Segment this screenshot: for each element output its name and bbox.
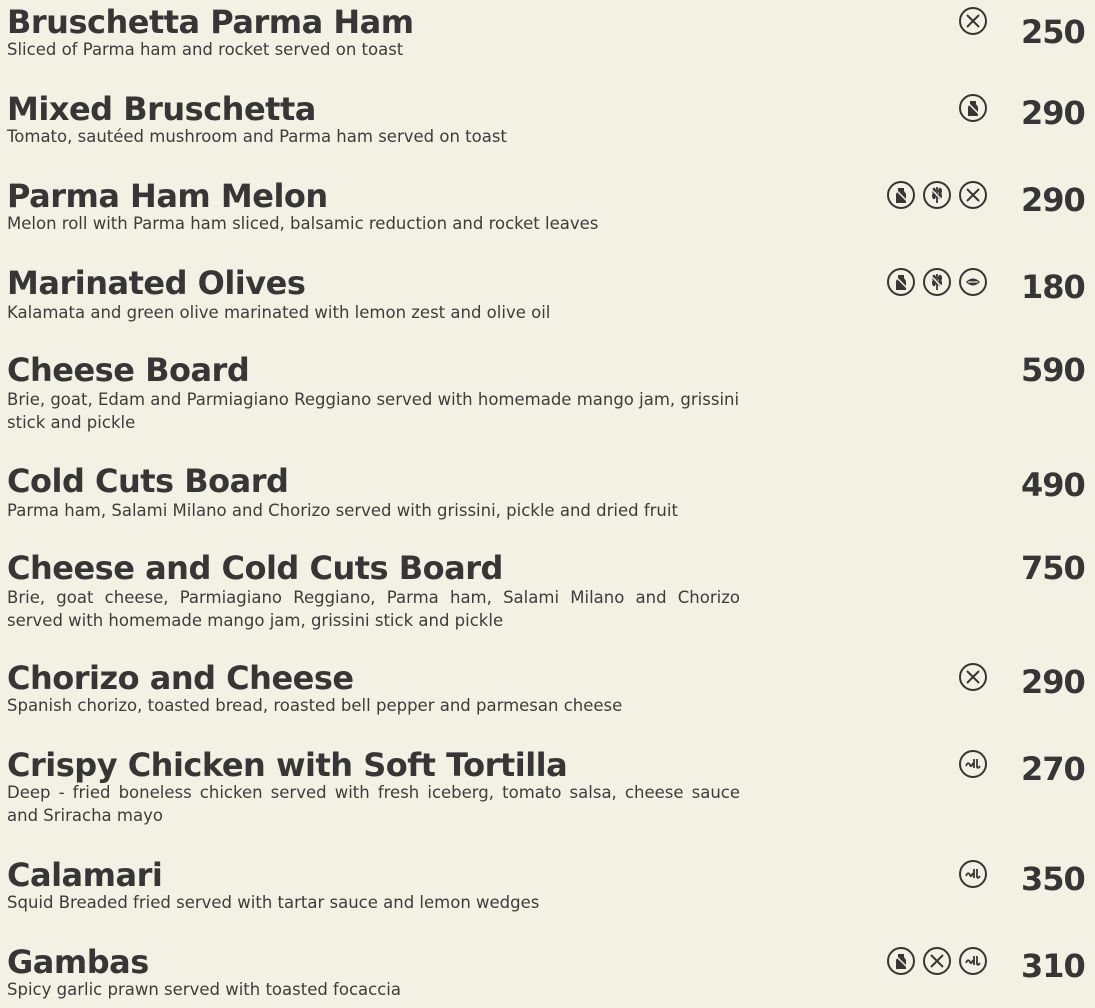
allergen-icons xyxy=(958,662,988,692)
no-cutlery-icon xyxy=(958,180,988,210)
menu-item: Mixed Bruschetta Tomato, sautéed mushroo… xyxy=(7,91,1095,148)
item-name: Mixed Bruschetta xyxy=(7,90,316,128)
item-description: Parma ham, Salami Milano and Chorizo ser… xyxy=(7,501,678,520)
allergen-icons xyxy=(958,93,988,123)
dairy-icon xyxy=(886,180,916,210)
halal-icon xyxy=(958,859,988,889)
item-name: Cheese Board xyxy=(7,351,250,389)
menu-item: Cheese and Cold Cuts Board Brie, goat ch… xyxy=(7,550,1095,632)
no-cutlery-icon xyxy=(922,946,952,976)
menu-item: Gambas Spicy garlic prawn served with to… xyxy=(7,944,1095,1001)
dairy-icon xyxy=(886,946,916,976)
item-price: 490 xyxy=(1021,466,1086,504)
item-price: 290 xyxy=(1021,181,1086,219)
item-description: Kalamata and green olive marinated with … xyxy=(7,303,551,322)
allergen-icons xyxy=(886,180,988,210)
item-description: Brie, goat cheese, Parmiagiano Reggiano,… xyxy=(7,588,740,630)
menu-item: Cold Cuts Board Parma ham, Salami Milano… xyxy=(7,463,1095,522)
item-price: 270 xyxy=(1021,750,1086,788)
menu-item: Marinated Olives Kalamata and green oliv… xyxy=(7,265,1095,324)
menu-item: Parma Ham Melon Melon roll with Parma ha… xyxy=(7,178,1095,235)
halal-icon xyxy=(958,946,988,976)
no-cutlery-icon xyxy=(958,662,988,692)
item-description: Sliced of Parma ham and rocket served on… xyxy=(7,40,404,59)
item-description: Brie, goat, Edam and Parmiagiano Reggian… xyxy=(7,390,740,432)
menu-item: Bruschetta Parma Ham Sliced of Parma ham… xyxy=(7,4,1095,61)
gluten-icon xyxy=(922,180,952,210)
allergen-icons xyxy=(958,6,988,36)
menu-item: Calamari Squid Breaded fried served with… xyxy=(7,857,1095,914)
item-price: 750 xyxy=(1021,549,1086,587)
menu-item: Cheese Board Brie, goat, Edam and Parmia… xyxy=(7,352,1095,434)
allergen-icons xyxy=(958,749,988,779)
menu-item: Crispy Chicken with Soft Tortilla Deep -… xyxy=(7,747,1095,827)
item-name: Calamari xyxy=(7,856,163,894)
item-description: Spanish chorizo, toasted bread, roasted … xyxy=(7,696,623,715)
item-price: 590 xyxy=(1021,351,1086,389)
item-price: 290 xyxy=(1021,94,1086,132)
item-price: 350 xyxy=(1021,860,1086,898)
item-description: Squid Breaded fried served with tartar s… xyxy=(7,893,540,912)
item-price: 250 xyxy=(1021,13,1086,51)
item-description: Deep - fried boneless chicken served wit… xyxy=(7,783,740,825)
item-price: 290 xyxy=(1021,663,1086,701)
allergen-icons xyxy=(886,267,988,297)
allergen-icons xyxy=(958,859,988,889)
gluten-icon xyxy=(922,267,952,297)
item-price: 180 xyxy=(1021,268,1086,306)
halal-icon xyxy=(958,749,988,779)
item-name: Cheese and Cold Cuts Board xyxy=(7,549,503,587)
item-description: Spicy garlic prawn served with toasted f… xyxy=(7,980,401,999)
item-name: Crispy Chicken with Soft Tortilla xyxy=(7,746,568,784)
item-price: 310 xyxy=(1021,947,1086,985)
dairy-icon xyxy=(886,267,916,297)
item-name: Bruschetta Parma Ham xyxy=(7,3,414,41)
no-cutlery-icon xyxy=(958,6,988,36)
dairy-icon xyxy=(958,93,988,123)
item-description: Tomato, sautéed mushroom and Parma ham s… xyxy=(7,127,507,146)
vegan-leaf-icon xyxy=(958,267,988,297)
allergen-icons xyxy=(886,946,988,976)
item-name: Chorizo and Cheese xyxy=(7,659,354,697)
item-description: Melon roll with Parma ham sliced, balsam… xyxy=(7,214,599,233)
menu-item: Chorizo and Cheese Spanish chorizo, toas… xyxy=(7,660,1095,717)
item-name: Cold Cuts Board xyxy=(7,462,289,500)
